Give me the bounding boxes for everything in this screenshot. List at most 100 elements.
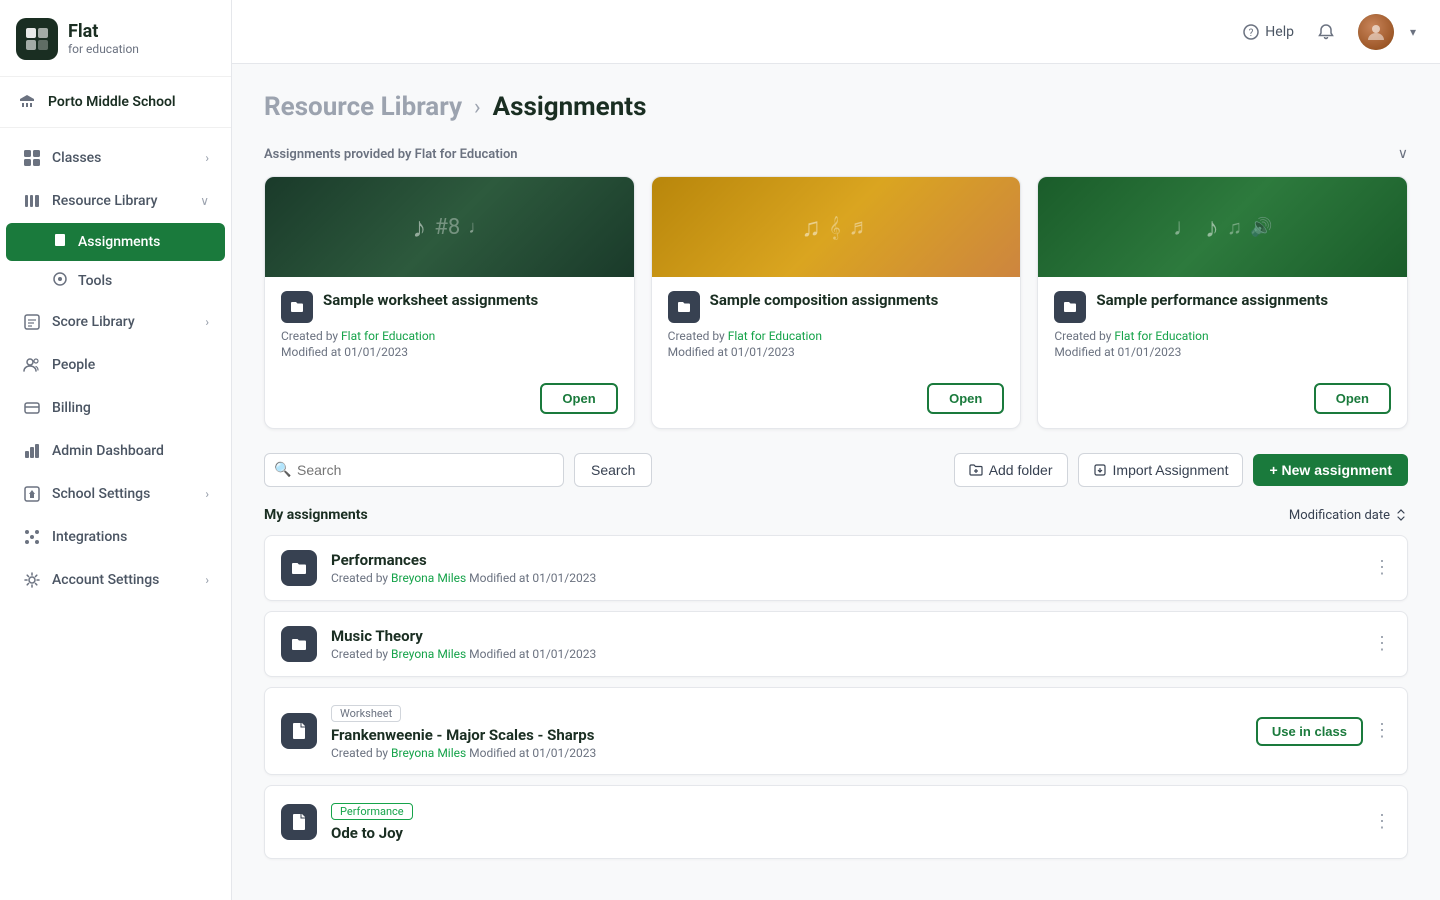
item-modified-text-frankenweenie: Modified at 01/01/2023	[469, 746, 596, 760]
sort-label-text: Modification date	[1289, 508, 1390, 523]
use-in-class-button-frankenweenie[interactable]: Use in class	[1256, 717, 1363, 746]
item-creator-label-music-theory: Created by	[331, 647, 391, 661]
sidebar-item-account-settings[interactable]: Account Settings ›	[6, 559, 225, 601]
classes-icon	[22, 148, 42, 168]
school-icon	[16, 91, 38, 113]
card-thumbnail-2: ♫ 𝄞 ♬	[652, 177, 1021, 277]
search-button[interactable]: Search	[574, 453, 652, 487]
sidebar-nav: Classes › Resource Library ∨ Assignm	[0, 128, 231, 900]
card-modified-3: Modified at 01/01/2023	[1054, 345, 1391, 359]
help-button[interactable]: ? Help	[1243, 24, 1294, 40]
item-actions-frankenweenie: Use in class ⋮	[1256, 717, 1391, 746]
more-menu-performances[interactable]: ⋮	[1373, 559, 1391, 577]
list-item-performances: Performances Created by Breyona Miles Mo…	[264, 535, 1408, 601]
card-footer-3: Open	[1038, 375, 1407, 428]
assignments-label: Assignments	[78, 234, 160, 250]
sidebar-item-integrations[interactable]: Integrations	[6, 516, 225, 558]
import-button[interactable]: Import Assignment	[1078, 453, 1244, 487]
card-title-2: Sample composition assignments	[710, 291, 939, 311]
open-button-1[interactable]: Open	[540, 383, 617, 414]
item-meta-performances: Created by Breyona Miles Modified at 01/…	[331, 571, 1359, 585]
school-settings-label: School Settings	[52, 486, 150, 502]
assignments-icon	[52, 232, 68, 252]
app-subtitle: for education	[68, 42, 139, 56]
breadcrumb: Resource Library › Assignments	[264, 92, 1408, 122]
item-creator-frankenweenie[interactable]: Breyona Miles	[391, 746, 466, 760]
item-creator-music-theory[interactable]: Breyona Miles	[391, 647, 466, 661]
breadcrumb-parent[interactable]: Resource Library	[264, 92, 462, 122]
list-item-music-theory: Music Theory Created by Breyona Miles Mo…	[264, 611, 1408, 677]
sidebar-item-tools[interactable]: Tools	[6, 262, 225, 300]
add-folder-icon	[969, 463, 983, 477]
sidebar-item-resource-library[interactable]: Resource Library ∨	[6, 180, 225, 222]
card-body-3: Sample performance assignments Created b…	[1038, 277, 1407, 375]
list-item-ode-to-joy: Performance Ode to Joy ⋮	[264, 785, 1408, 859]
open-button-3[interactable]: Open	[1314, 383, 1391, 414]
user-avatar[interactable]	[1358, 14, 1394, 50]
card-folder-icon-3	[1054, 291, 1086, 323]
people-icon	[22, 355, 42, 375]
item-content-ode-to-joy: Performance Ode to Joy	[331, 800, 1359, 844]
card-composition: ♫ 𝄞 ♬ Sample composition assignments Cre…	[651, 176, 1022, 429]
school-name: Porto Middle School	[48, 94, 176, 110]
card-footer-1: Open	[265, 375, 634, 428]
flat-section-header: Assignments provided by Flat for Educati…	[264, 146, 1408, 162]
more-menu-music-theory[interactable]: ⋮	[1373, 635, 1391, 653]
add-folder-label: Add folder	[989, 462, 1053, 478]
item-content-performances: Performances Created by Breyona Miles Mo…	[331, 551, 1359, 585]
item-creator-performances[interactable]: Breyona Miles	[391, 571, 466, 585]
add-folder-button[interactable]: Add folder	[954, 453, 1068, 487]
item-creator-label-frankenweenie: Created by	[331, 746, 391, 760]
new-assignment-button[interactable]: + New assignment	[1253, 454, 1408, 486]
sidebar-item-billing[interactable]: Billing	[6, 387, 225, 429]
sort-icon	[1394, 508, 1408, 522]
logo-icon	[16, 18, 58, 60]
sidebar-item-score-library[interactable]: Score Library ›	[6, 301, 225, 343]
sidebar-item-assignments[interactable]: Assignments	[6, 223, 225, 261]
card-creator-link-1[interactable]: Flat for Education	[341, 329, 435, 343]
item-modified-text-music-theory: Modified at 01/01/2023	[469, 647, 596, 661]
card-title-1: Sample worksheet assignments	[323, 291, 538, 311]
bell-icon	[1317, 23, 1335, 41]
classes-chevron: ›	[205, 151, 209, 165]
import-icon	[1093, 463, 1107, 477]
school-item[interactable]: Porto Middle School	[0, 77, 231, 128]
item-content-music-theory: Music Theory Created by Breyona Miles Mo…	[331, 627, 1359, 661]
card-creator-link-3[interactable]: Flat for Education	[1114, 329, 1208, 343]
notifications-button[interactable]	[1310, 16, 1342, 48]
sidebar-item-classes[interactable]: Classes ›	[6, 137, 225, 179]
search-input[interactable]	[264, 453, 564, 487]
item-tag-ode-to-joy: Performance	[331, 803, 413, 820]
sidebar-item-admin-dashboard[interactable]: Admin Dashboard	[6, 430, 225, 472]
logo-text: Flat for education	[68, 22, 139, 56]
open-button-2[interactable]: Open	[927, 383, 1004, 414]
sidebar-item-school-settings[interactable]: School Settings ›	[6, 473, 225, 515]
user-menu-chevron[interactable]: ▾	[1410, 25, 1416, 39]
card-creator-label-1: Created by	[281, 329, 341, 343]
card-body-1: Sample worksheet assignments Created by …	[265, 277, 634, 375]
avatar-image	[1358, 14, 1394, 50]
card-thumbnail-3: ♩ ♪ ♫ 🔊	[1038, 177, 1407, 277]
app-logo[interactable]: Flat for education	[0, 0, 231, 77]
card-meta-1: Created by Flat for Education	[281, 329, 618, 343]
collapse-button[interactable]: ∨	[1398, 146, 1408, 162]
item-name-music-theory: Music Theory	[331, 627, 1359, 645]
sidebar-item-people[interactable]: People	[6, 344, 225, 386]
card-footer-2: Open	[652, 375, 1021, 428]
help-icon: ?	[1243, 24, 1259, 40]
score-library-icon	[22, 312, 42, 332]
flat-cards-grid: ♪ #8 ♩ Sample worksheet assignments Crea…	[264, 176, 1408, 429]
more-menu-frankenweenie[interactable]: ⋮	[1373, 722, 1391, 740]
card-modified-2: Modified at 01/01/2023	[668, 345, 1005, 359]
more-menu-ode-to-joy[interactable]: ⋮	[1373, 813, 1391, 831]
search-bar-row: 🔍 Search Add folder Import Assignment + …	[264, 453, 1408, 487]
card-creator-link-2[interactable]: Flat for Education	[728, 329, 822, 343]
item-creator-label-performances: Created by	[331, 571, 391, 585]
topbar: ? Help ▾	[232, 0, 1440, 64]
app-name: Flat	[68, 22, 139, 42]
resource-library-label: Resource Library	[52, 193, 158, 209]
breadcrumb-current: Assignments	[493, 92, 647, 122]
main-content: ? Help ▾ Resource Library › Assign	[232, 0, 1440, 900]
card-folder-icon-1	[281, 291, 313, 323]
sort-button[interactable]: Modification date	[1289, 508, 1408, 523]
